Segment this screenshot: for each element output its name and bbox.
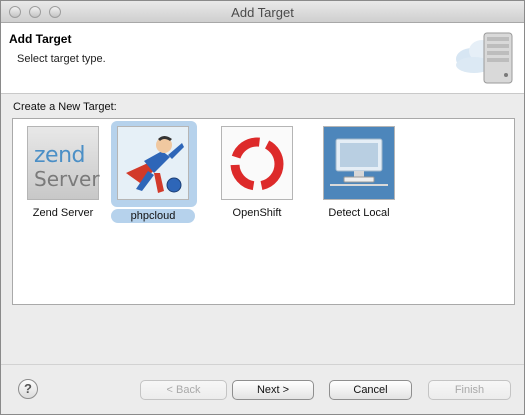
target-detect-local[interactable]: Detect Local bbox=[313, 123, 405, 223]
create-target-label: Create a New Target: bbox=[13, 101, 117, 113]
target-type-list: zend Server Zend Server phpcloud OpenShi… bbox=[12, 118, 515, 305]
help-button[interactable]: ? bbox=[18, 379, 38, 399]
target-label: OpenShift bbox=[232, 207, 282, 219]
target-phpcloud[interactable]: phpcloud bbox=[107, 121, 199, 223]
target-label: phpcloud bbox=[111, 209, 195, 223]
zend-server-logo: zend Server bbox=[27, 126, 100, 200]
openshift-logo-icon bbox=[221, 126, 293, 200]
page-title: Add Target bbox=[9, 32, 72, 46]
back-button[interactable]: < Back bbox=[140, 380, 227, 400]
finish-button[interactable]: Finish bbox=[428, 380, 511, 400]
button-bar-divider bbox=[1, 364, 524, 365]
cloud-server-icon bbox=[456, 32, 513, 84]
zend-logo-server: Server bbox=[34, 167, 100, 191]
title-bar[interactable]: Add Target bbox=[1, 1, 524, 23]
add-target-dialog: Add Target Add Target Select target type… bbox=[0, 0, 525, 415]
next-button[interactable]: Next > bbox=[232, 380, 314, 400]
phpcloud-mascot-icon bbox=[117, 126, 189, 200]
window-title: Add Target bbox=[231, 5, 294, 20]
target-openshift[interactable]: OpenShift bbox=[211, 123, 303, 223]
zend-logo-word: zend bbox=[34, 143, 86, 168]
local-computer-icon bbox=[323, 126, 395, 200]
target-label: Zend Server bbox=[32, 207, 94, 219]
target-zend-server[interactable]: zend Server Zend Server bbox=[17, 123, 109, 223]
cancel-button[interactable]: Cancel bbox=[329, 380, 412, 400]
wizard-header: Add Target Select target type. bbox=[1, 23, 524, 94]
page-subtitle: Select target type. bbox=[17, 53, 106, 65]
target-label: Detect Local bbox=[328, 207, 390, 219]
